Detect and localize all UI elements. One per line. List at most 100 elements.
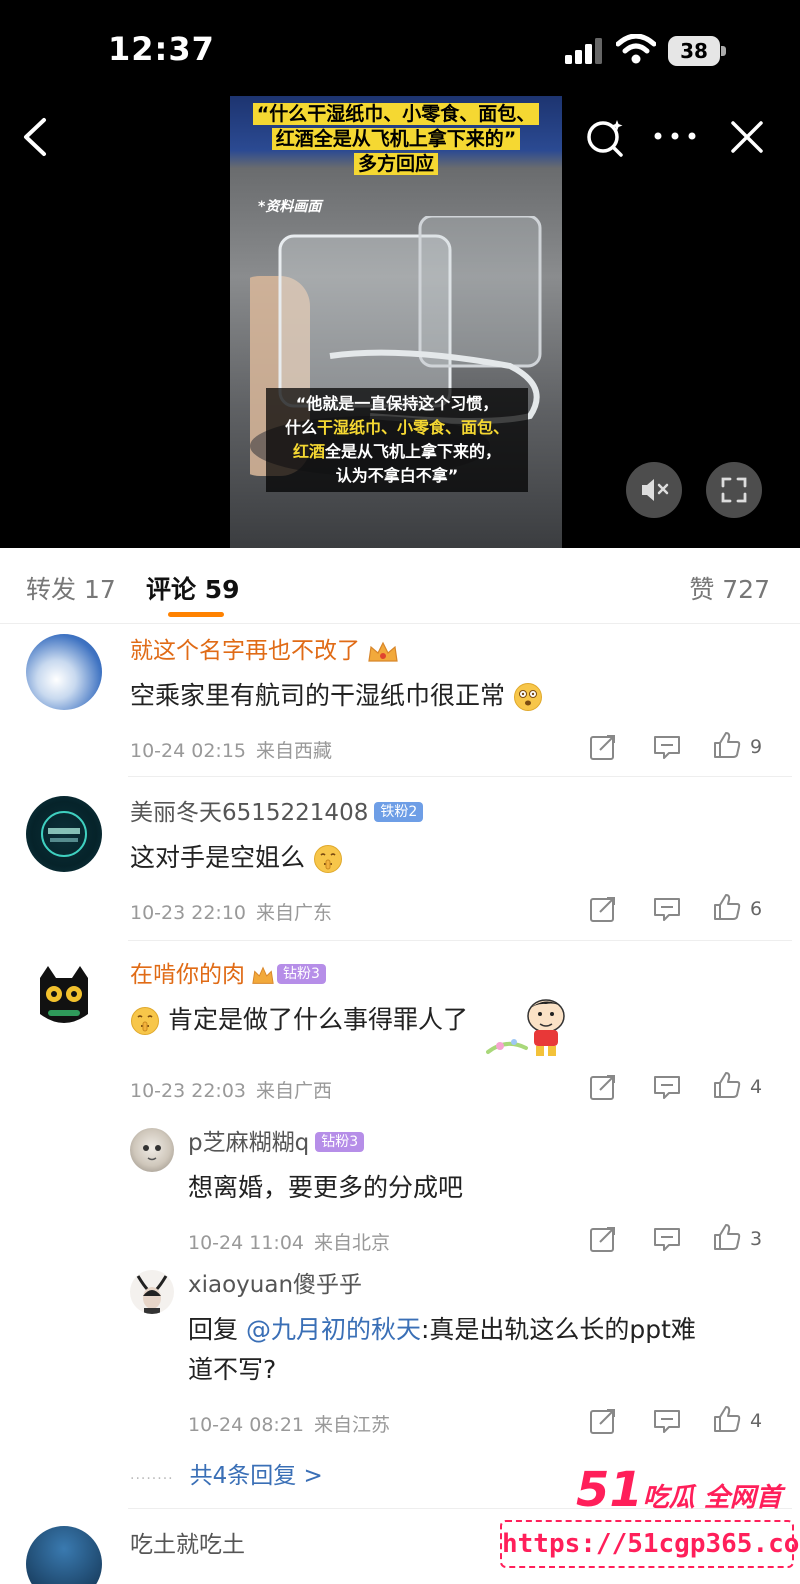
video-frame[interactable]: “什么干湿纸巾、小零食、面包、 红酒全是从飞机上拿下来的” 多方回应 *资料画面… (230, 96, 562, 548)
close-icon[interactable] (728, 118, 766, 156)
comment-bubble-icon[interactable] (652, 732, 682, 762)
avatar[interactable] (26, 958, 102, 1034)
status-time: 12:37 (108, 30, 215, 68)
divider (128, 940, 792, 941)
comment-meta: 10-23 22:03 来自广西 (130, 1076, 332, 1103)
video-title-line1: “什么干湿纸巾、小零食、面包、 (252, 103, 540, 125)
comment-text: 这对手是空姐么 (130, 838, 343, 878)
fullscreen-icon (721, 477, 747, 503)
comment-text: 肯定是做了什么事得罪人了 (130, 1000, 468, 1040)
like-count: 4 (750, 1410, 763, 1432)
avatar-graphic (143, 1145, 161, 1161)
video-caption: “他就是一直保持这个习惯， 什么干湿纸巾、小零食、面包、 红酒全是从飞机上拿下来… (266, 388, 528, 492)
share-icon[interactable] (588, 1406, 618, 1436)
like-count: 3 (750, 1228, 763, 1250)
reply-time: 10-24 08:21 (188, 1414, 305, 1436)
back-arrow-icon[interactable] (18, 114, 52, 160)
more-options-icon[interactable] (652, 126, 698, 146)
comment-bubble-icon[interactable] (652, 1072, 682, 1102)
search-icon[interactable] (584, 116, 626, 158)
share-icon[interactable] (588, 732, 618, 762)
tab-repost[interactable]: 转发 17 (26, 570, 116, 606)
share-icon[interactable] (588, 894, 618, 924)
mute-button[interactable] (626, 462, 682, 518)
status-bar: 12:37 38 (0, 0, 800, 100)
reply-time: 10-24 11:04 (188, 1232, 305, 1254)
fan-badge: 铁粉2 (374, 801, 424, 822)
watermark-number: 51 (576, 1462, 643, 1518)
avatar[interactable] (26, 796, 102, 872)
reply-location: 来自北京 (314, 1232, 391, 1254)
cellular-signal-icon (565, 38, 602, 64)
share-icon[interactable] (588, 1072, 618, 1102)
site-watermark-url: https://51cgp365.com (500, 1520, 800, 1568)
tab-comments[interactable]: 评论 59 (146, 570, 240, 606)
like-count: 9 (750, 736, 763, 758)
caption-line2-prefix: 什么 (284, 418, 317, 437)
thumbs-up-icon[interactable] (712, 1070, 742, 1100)
comment-username[interactable]: 在啃你的肉 钻粉3 (130, 960, 326, 990)
avatar[interactable] (26, 1526, 102, 1584)
comment-text-content: 空乘家里有航司的干湿纸巾很正常 (130, 681, 506, 710)
battery-nub (721, 46, 726, 56)
tab-bar: 转发 17 评论 59 赞 727 (0, 548, 800, 624)
comment-bubble-icon[interactable] (652, 1224, 682, 1254)
reply-meta: 10-24 08:21 来自江苏 (188, 1410, 390, 1437)
avatar-graphic (136, 1275, 168, 1314)
username-text: p芝麻糊糊q (188, 1130, 310, 1156)
like-count: 4 (750, 1076, 763, 1098)
video-title: “什么干湿纸巾、小零食、面包、 红酒全是从飞机上拿下来的” 多方回应 (248, 102, 544, 177)
caption-line1: “他就是一直保持这个习惯， (295, 394, 499, 413)
comment-time: 10-24 02:15 (130, 740, 247, 762)
video-player[interactable]: 12:37 38 “什么干湿纸巾、小零食、面包、 红酒全是从飞机上拿下来的” 多… (0, 0, 800, 548)
thumbs-up-icon[interactable] (712, 892, 742, 922)
avatar[interactable] (130, 1128, 174, 1172)
reply-meta: 10-24 11:04 来自北京 (188, 1228, 390, 1255)
caption-line2-highlight: 干湿纸巾、小零食、面包、 (317, 418, 510, 437)
comment-username[interactable]: 吃土就吃土 (130, 1530, 245, 1560)
fan-badge: 钻粉3 (277, 963, 326, 984)
battery-level: 38 (668, 36, 720, 66)
caption-line3-suffix: 全是从飞机上拿下来的， (325, 442, 502, 461)
avatar[interactable] (130, 1270, 174, 1314)
shushing-face-emoji-icon (313, 845, 342, 873)
reply-username[interactable]: xiaoyuan傻乎乎 (188, 1270, 362, 1300)
dizzy-face-emoji-icon (513, 683, 542, 711)
comment-bubble-icon[interactable] (652, 1406, 682, 1436)
username-text: 在啃你的肉 (130, 962, 245, 988)
reply-text-line1: :真是出轨这么长的ppt难 (420, 1315, 696, 1344)
comment-username[interactable]: 美丽冬天6515221408 铁粉2 (130, 798, 424, 828)
battery-icon: 38 (668, 36, 726, 66)
thumbs-up-icon[interactable] (712, 1404, 742, 1434)
comment-meta: 10-23 22:10 来自广东 (130, 898, 332, 925)
view-more-replies-link[interactable]: ········ 共4条回复 > (130, 1456, 323, 1490)
comment-username[interactable]: 就这个名字再也不改了 (130, 636, 400, 666)
reply-username[interactable]: p芝麻糊糊q 钻粉3 (188, 1128, 365, 1158)
comment-text: 空乘家里有航司的干湿纸巾很正常 (130, 676, 543, 716)
fullscreen-button[interactable] (706, 462, 762, 518)
video-watermark: *资料画面 (258, 199, 322, 215)
thumbs-up-icon[interactable] (712, 1222, 742, 1252)
reply-location: 来自江苏 (314, 1414, 391, 1436)
avatar[interactable] (26, 634, 102, 710)
username-text: 吃土就吃土 (130, 1532, 245, 1558)
speaker-muted-icon (642, 479, 669, 501)
crown-badge-icon (252, 966, 274, 984)
crown-badge-icon (368, 641, 398, 662)
tab-likes[interactable]: 赞 727 (689, 570, 770, 606)
reply-text: 回复 @九月初的秋天:真是出轨这么长的ppt难 道不写? (188, 1310, 768, 1390)
username-text: 就这个名字再也不改了 (130, 638, 360, 664)
comment-location: 来自广西 (256, 1080, 333, 1102)
reply-mention-link[interactable]: @九月初的秋天 (246, 1315, 421, 1344)
caption-line4: 认为不拿白不拿” (335, 466, 459, 485)
comment-bubble-icon[interactable] (652, 894, 682, 924)
thumbs-up-icon[interactable] (712, 730, 742, 760)
reply-text: 想离婚，要更多的分成吧 (188, 1168, 463, 1208)
more-replies-dots: ········ (130, 1471, 174, 1487)
comment-location: 来自广东 (256, 902, 333, 924)
comment-text-content: 这对手是空姐么 (130, 843, 306, 872)
reply-text-content: 想离婚，要更多的分成吧 (188, 1173, 464, 1202)
share-icon[interactable] (588, 1224, 618, 1254)
like-count: 6 (750, 898, 763, 920)
cartoon-boy-sticker-icon (486, 999, 565, 1056)
